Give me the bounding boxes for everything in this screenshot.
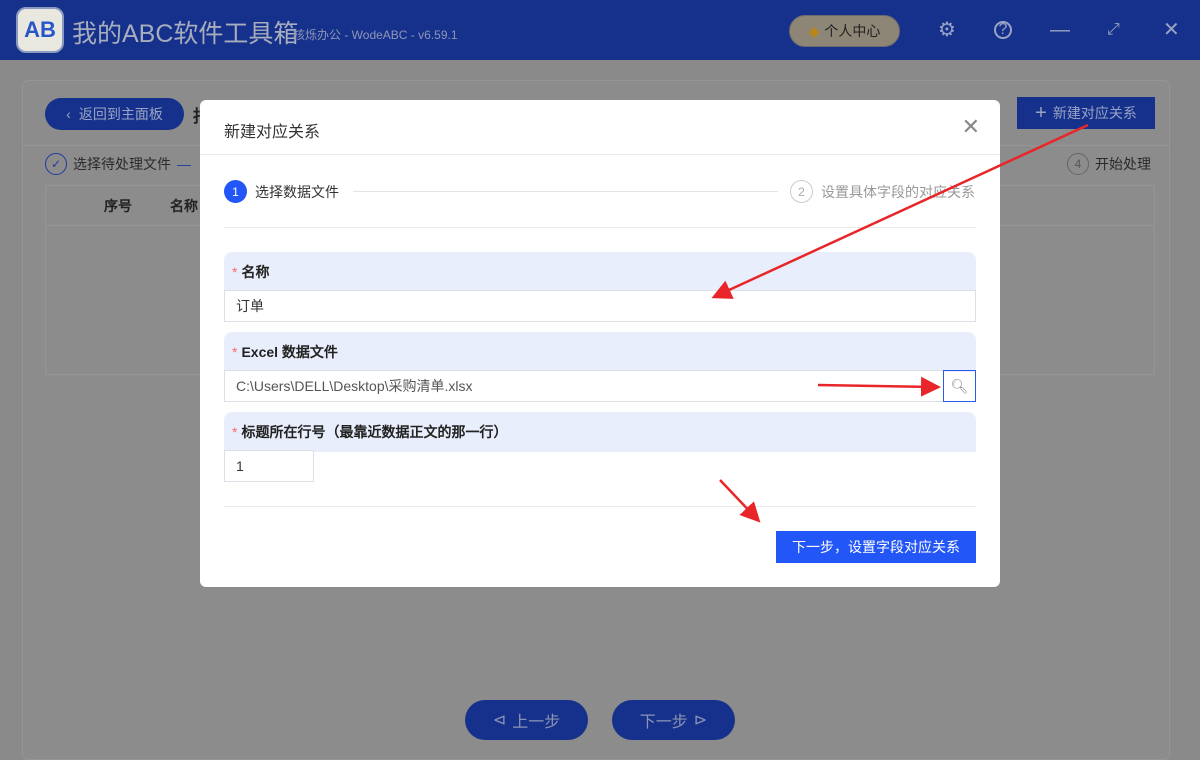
new-relation-button[interactable]: + 新建对应关系 [1017, 97, 1155, 129]
close-window-icon[interactable]: ✕ [1163, 18, 1180, 42]
step-number: 2 [790, 180, 813, 203]
step-label: 设置具体字段的对应关系 [821, 183, 975, 200]
name-input[interactable]: 订单 [224, 290, 976, 322]
prev-step-button[interactable]: ⊲ 上一步 [465, 700, 588, 740]
help-icon[interactable]: ? [994, 21, 1012, 39]
divider [224, 227, 976, 228]
app-logo: AB [16, 7, 64, 53]
column-header: 名称 [170, 197, 198, 214]
personal-center-label: 个人中心 [824, 23, 881, 39]
step-connector [353, 191, 778, 192]
back-label: 返回到主面板 [78, 106, 163, 122]
new-relation-label: 新建对应关系 [1052, 105, 1137, 121]
excel-file-label: * Excel 数据文件 [224, 332, 976, 372]
header-row-input[interactable]: 1 [224, 450, 314, 482]
step-label: 开始处理 [1095, 156, 1151, 172]
logo-text: AB [24, 17, 56, 42]
divider [200, 154, 1000, 155]
dialog-title: 新建对应关系 [224, 124, 321, 141]
wizard-step-1: 1 选择数据文件 [224, 180, 339, 203]
diamond-icon: ◆ [808, 22, 820, 39]
next-label: 下一步 [639, 714, 688, 731]
step-number: 1 [224, 180, 247, 203]
next-set-fields-button[interactable]: 下一步，设置字段对应关系 [776, 531, 976, 563]
title-bar: AB 我的ABC软件工具箱 核烁办公 - WodeABC - v6.59.1 ◆… [0, 0, 1200, 60]
app-title: 我的ABC软件工具箱 [72, 20, 299, 48]
prev-label: 上一步 [512, 714, 561, 731]
label-text: 标题所在行号（最靠近数据正文的那一行） [241, 424, 508, 440]
close-icon[interactable]: ✕ [962, 114, 980, 140]
divider [224, 506, 976, 507]
wizard-step-2: 2 设置具体字段的对应关系 [790, 180, 975, 203]
personal-center-button[interactable]: ◆ 个人中心 [789, 15, 900, 47]
step-label: 选择待处理文件 [73, 156, 171, 172]
next-step-button[interactable]: 下一步 ⊳ [612, 700, 735, 740]
maximize-icon[interactable]: ⤢ [1107, 18, 1120, 42]
label-text: 名称 [241, 264, 270, 280]
plus-icon: + [1035, 101, 1047, 124]
app-subtitle: 核烁办公 - WodeABC - v6.59.1 [293, 28, 458, 42]
browse-file-button[interactable]: 🔍︎ [943, 370, 976, 402]
new-relation-dialog: 新建对应关系 ✕ 1 选择数据文件 2 设置具体字段的对应关系 * 名称 订单 *… [200, 100, 1000, 587]
step-4: 4 开始处理 [1067, 153, 1151, 175]
chevron-left-circle-icon: ⊲ [492, 712, 507, 729]
header-row-label: * 标题所在行号（最靠近数据正文的那一行） [224, 412, 976, 452]
gear-icon[interactable]: ⚙ [938, 18, 956, 42]
chevron-right-circle-icon: ⊳ [693, 712, 708, 729]
step-label: 选择数据文件 [255, 183, 339, 200]
step-1: ✓ 选择待处理文件 — [45, 153, 191, 175]
chevron-left-icon: ‹ [66, 106, 71, 122]
minimize-icon[interactable]: — [1050, 18, 1070, 42]
back-to-main-button[interactable]: ‹ 返回到主面板 [45, 98, 184, 130]
excel-file-input[interactable]: C:\Users\DELL\Desktop\采购清单.xlsx [224, 370, 944, 402]
check-icon: ✓ [45, 153, 67, 175]
label-text: Excel 数据文件 [241, 344, 338, 360]
column-header: 序号 [104, 197, 132, 214]
search-icon: 🔍︎ [950, 377, 969, 394]
step-number: 4 [1067, 153, 1089, 175]
name-label: * 名称 [224, 252, 976, 292]
